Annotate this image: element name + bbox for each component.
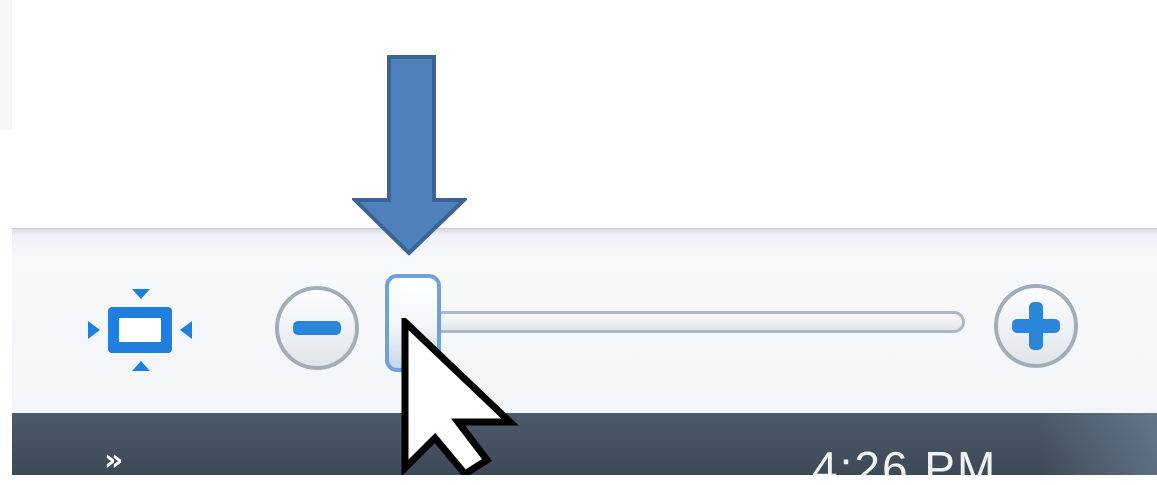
zoom-in-button[interactable]	[991, 281, 1081, 371]
fit-to-window-button[interactable]	[86, 287, 194, 373]
taskbar-clock[interactable]: 4:26 PM	[812, 445, 1052, 485]
window-edge	[0, 0, 12, 130]
taskbar-expand-button[interactable]: »	[104, 446, 144, 476]
content-area	[0, 0, 1157, 228]
minus-circle-icon	[275, 286, 359, 370]
fit-to-window-icon	[88, 289, 192, 371]
zoom-slider-thumb[interactable]	[385, 274, 441, 372]
taskbar-edge	[0, 413, 12, 475]
window-edge-lower	[0, 228, 12, 413]
zoom-slider-track[interactable]	[420, 311, 965, 333]
plus-circle-icon	[994, 284, 1078, 368]
taskbar-highlight	[1040, 413, 1157, 475]
down-arrow-icon	[352, 55, 467, 256]
zoom-out-button[interactable]	[272, 283, 362, 373]
